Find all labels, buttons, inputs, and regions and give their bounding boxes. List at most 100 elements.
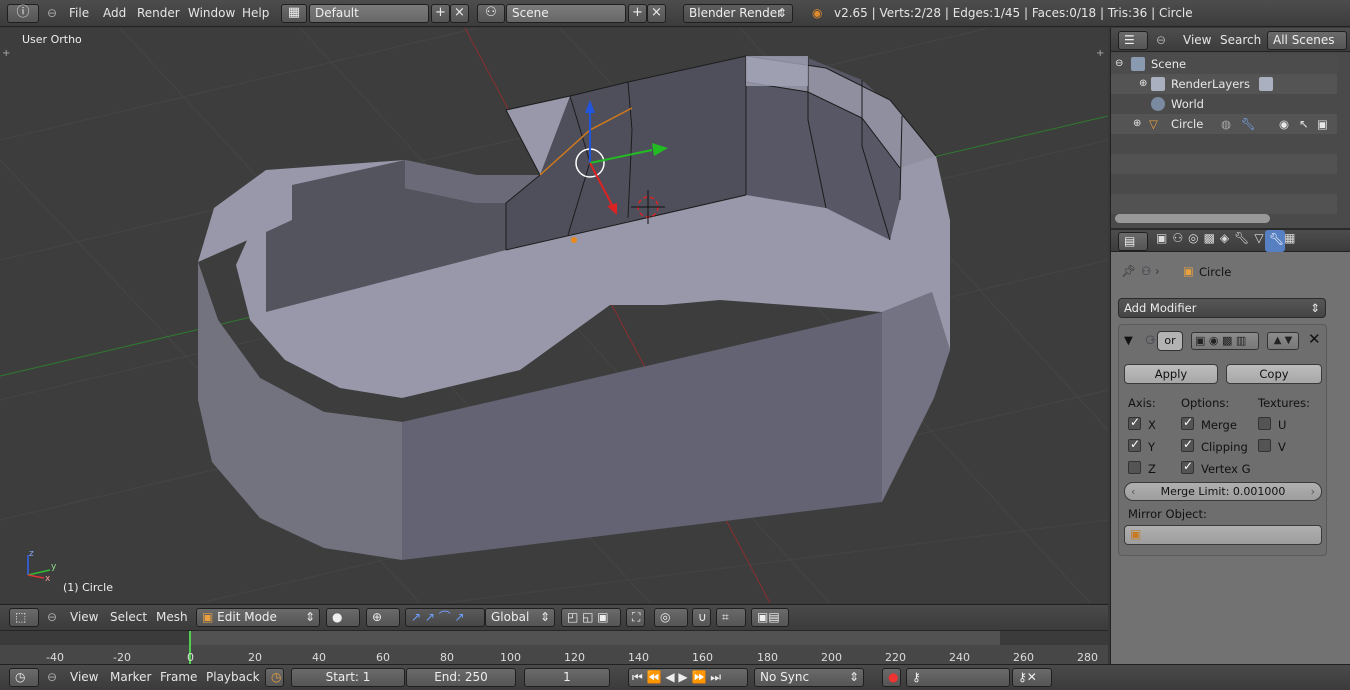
record-button[interactable]: ● — [882, 668, 901, 687]
frame-range-bar — [190, 631, 1000, 645]
merge-checkbox[interactable] — [1181, 415, 1194, 430]
menu-render[interactable]: Render — [137, 4, 180, 23]
timeline[interactable]: -40 -20 0 20 40 60 80 100 120 140 160 18… — [0, 630, 1108, 665]
menu-frame[interactable]: Frame — [160, 668, 197, 687]
modifier-visibility-toggles[interactable]: ▣ ◉ ▩ ▥ — [1191, 332, 1259, 350]
properties-editor[interactable]: ▤ ▣⚇◎▩◈🔧︎▽◉▦ 🔧︎ 📌︎ ⚇ › ▣ Circle Add Modi… — [1110, 228, 1350, 664]
decrement-arrow-icon[interactable]: ‹ — [1131, 483, 1135, 500]
current-frame-field[interactable]: 1 — [524, 668, 610, 687]
start-frame-field[interactable]: Start: 1 — [291, 668, 405, 687]
increment-arrow-icon[interactable]: › — [1311, 483, 1315, 500]
occlude-button[interactable]: ⛶ — [626, 608, 645, 627]
tick-label: 40 — [312, 651, 326, 664]
collapse-icon[interactable]: ⊖ — [1156, 31, 1166, 50]
keyframe-buttons[interactable]: ⚷✕ — [1012, 668, 1052, 687]
pivot-select[interactable]: ⊕ — [366, 608, 400, 627]
horizontal-scrollbar[interactable] — [1115, 214, 1270, 223]
editor-type-button[interactable]: ⓘ — [7, 4, 39, 23]
collapse-icon[interactable]: ⊖ — [47, 608, 57, 627]
menu-file[interactable]: File — [69, 4, 89, 23]
copy-button[interactable]: Copy — [1226, 364, 1322, 384]
vertex-groups-checkbox[interactable] — [1181, 459, 1194, 474]
cursor-icon[interactable]: ↖ — [1299, 114, 1309, 134]
display-mode-select[interactable]: All Scenes — [1267, 31, 1347, 50]
delete-scene-button[interactable]: × — [647, 4, 666, 23]
merge-limit-field[interactable]: ‹ Merge Limit: 0.001000 › — [1124, 482, 1322, 501]
snap-toggle[interactable]: ∪ — [692, 608, 711, 627]
object-icon: ⚇ › — [1141, 264, 1160, 278]
clipping-checkbox[interactable] — [1181, 437, 1194, 452]
modifier-name-field[interactable]: or — [1157, 331, 1183, 351]
axis-z-checkbox[interactable] — [1128, 461, 1141, 474]
collapse-toggle-icon[interactable]: ⊖ — [1115, 54, 1123, 74]
properties-toggle-icon[interactable]: + — [1096, 48, 1104, 59]
scene-field[interactable]: Scene — [506, 4, 626, 23]
axis-z-label: Z — [1148, 462, 1156, 476]
editor-type-button[interactable]: ◷ — [9, 668, 39, 687]
shading-select[interactable]: ● — [326, 608, 360, 627]
outliner-row-world[interactable]: World — [1111, 94, 1337, 114]
camera-icon[interactable]: ▣ — [1317, 114, 1328, 134]
add-scene-button[interactable]: + — [628, 4, 647, 23]
texture-u-checkbox[interactable] — [1258, 417, 1271, 430]
collapse-arrow-icon[interactable]: ▼ — [1124, 333, 1133, 347]
orientation-select[interactable]: Global ⇕ — [485, 608, 555, 627]
3d-viewport[interactable]: z y x User Ortho (1) Circle + + — [0, 28, 1108, 603]
editor-type-button[interactable]: ☰ — [1118, 31, 1148, 50]
editor-type-button[interactable]: ⬚ — [9, 608, 39, 627]
editor-type-button[interactable]: ▤ — [1118, 232, 1148, 251]
select-mode-buttons[interactable]: ◰ ◱ ▣ — [561, 608, 621, 627]
move-modifier-buttons[interactable]: ▲ ▼ — [1267, 332, 1299, 350]
menu-search[interactable]: Search — [1220, 31, 1261, 50]
menu-view[interactable]: View — [1183, 31, 1211, 50]
mode-select[interactable]: ▣ Edit Mode ⇕ — [196, 608, 320, 627]
remove-modifier-icon[interactable]: ✕ — [1308, 330, 1321, 348]
add-modifier-select[interactable]: Add Modifier ⇕ — [1118, 298, 1326, 318]
scene-icon-button[interactable]: ⚇ — [477, 4, 505, 23]
menu-view[interactable]: View — [70, 668, 98, 687]
menu-view[interactable]: View — [70, 608, 98, 627]
axis-x-checkbox[interactable] — [1128, 415, 1141, 430]
eye-icon[interactable]: ◉ — [1279, 114, 1289, 134]
timeline-header: ◷ ⊖ View Marker Frame Playback ◷ Start: … — [0, 664, 1350, 690]
outliner[interactable]: ☰ ⊖ View Search All Scenes ⊖ Scene ⊕ Ren… — [1110, 28, 1350, 228]
mesh-object[interactable] — [198, 55, 950, 560]
add-layout-button[interactable]: + — [431, 4, 450, 23]
expand-toggle-icon[interactable]: ⊕ — [1139, 74, 1147, 94]
render-buttons[interactable]: ▣▤ — [751, 608, 789, 627]
snap-element-select[interactable]: ⌗ — [716, 608, 746, 627]
menu-mesh[interactable]: Mesh — [156, 608, 188, 627]
sync-select[interactable]: No Sync ⇕ — [754, 668, 864, 687]
manipulator-toggles[interactable]: ↗ ↗ ⌒ ↗ — [405, 608, 485, 627]
playback-controls[interactable]: ⏮ ⏪ ◀ ▶ ⏩ ⏭ — [628, 668, 748, 687]
menu-marker[interactable]: Marker — [110, 668, 151, 687]
axis-y-checkbox[interactable] — [1128, 437, 1141, 452]
render-engine-select[interactable]: Blender Render ⇕ — [683, 4, 793, 23]
outliner-row-renderlayers[interactable]: ⊕ RenderLayers — [1111, 74, 1337, 94]
collapse-icon[interactable]: ⊖ — [47, 668, 57, 687]
menu-add[interactable]: Add — [103, 4, 126, 23]
expand-toggle-icon[interactable]: ⊕ — [1133, 114, 1141, 134]
apply-button[interactable]: Apply — [1124, 364, 1218, 384]
toolshelf-toggle-icon[interactable]: + — [2, 48, 10, 59]
collapse-icon[interactable]: ⊖ — [47, 4, 57, 23]
texture-v-checkbox[interactable] — [1258, 439, 1271, 452]
preview-range-button[interactable]: ◷ — [265, 668, 284, 687]
pin-icon[interactable]: 📌︎ — [1121, 264, 1136, 278]
keying-set-field[interactable]: ⚷ — [906, 668, 1010, 687]
menu-window[interactable]: Window — [188, 4, 235, 23]
menu-help[interactable]: Help — [242, 4, 269, 23]
proportional-select[interactable]: ◎ — [654, 608, 688, 627]
modifier-tab-active[interactable]: 🔧︎ — [1265, 230, 1285, 252]
outliner-row-circle[interactable]: ⊕ ▽ Circle ◍ 🔧︎ ◉ ↖ ▣ — [1111, 114, 1337, 134]
delete-layout-button[interactable]: × — [450, 4, 469, 23]
menu-playback[interactable]: Playback — [206, 668, 260, 687]
layout-icon-button[interactable]: ▦ — [281, 4, 307, 23]
context-tabs[interactable]: ▣⚇◎▩◈🔧︎▽◉▦ — [1156, 231, 1350, 251]
tick-label: -20 — [113, 651, 131, 664]
layout-field[interactable]: Default — [309, 4, 429, 23]
menu-select[interactable]: Select — [110, 608, 147, 627]
outliner-row-scene[interactable]: ⊖ Scene — [1111, 54, 1337, 74]
mirror-object-field[interactable]: ▣ — [1124, 525, 1322, 545]
end-frame-field[interactable]: End: 250 — [406, 668, 516, 687]
